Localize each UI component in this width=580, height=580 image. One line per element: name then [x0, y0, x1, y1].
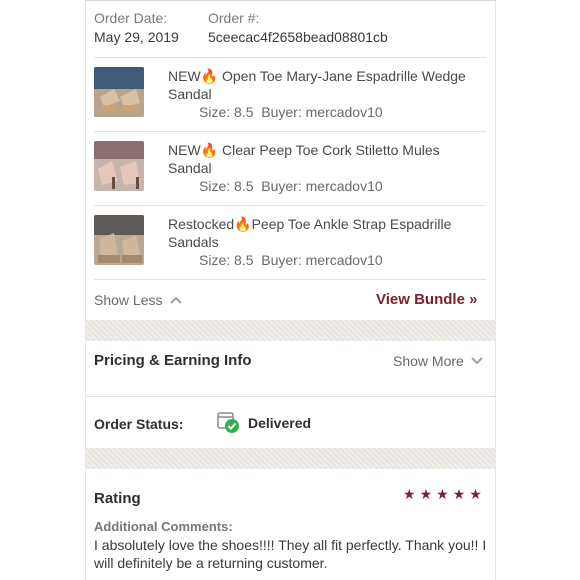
panel-border-right [495, 0, 496, 580]
order-number-value: 5ceecac4f2658bead08801cb [208, 29, 388, 45]
comment-text-line2: will definitely be a returning customer. [94, 555, 328, 571]
item-title-line2: Sandals [168, 234, 219, 250]
order-date-value: May 29, 2019 [94, 29, 179, 45]
comment-text-line1: I absolutely love the shoes!!!! They all… [94, 537, 487, 553]
item-thumbnail[interactable] [94, 141, 144, 191]
item-size: Size: 8.5 [199, 178, 254, 194]
divider [94, 57, 486, 58]
show-less-label: Show Less [94, 292, 163, 308]
pricing-section-title[interactable]: Pricing & Earning Info [94, 352, 252, 369]
item-size: Size: 8.5 [199, 252, 254, 268]
panel-border-top [85, 0, 496, 1]
section-separator [85, 448, 496, 469]
divider [94, 131, 486, 132]
item-title-line2: Sandal [168, 160, 212, 176]
view-bundle-link[interactable]: View Bundle » [376, 291, 477, 308]
list-item[interactable]: Restocked🔥Peep Toe Ankle Strap Espadrill… [94, 215, 486, 271]
fire-icon: 🔥 [200, 142, 219, 158]
item-title-text: Open Toe Mary-Jane Espadrille Wedge [218, 68, 466, 84]
item-title[interactable]: NEW🔥 Open Toe Mary-Jane Espadrille Wedge… [168, 67, 478, 103]
item-title-text: Peep Toe Ankle Strap Espadrille [251, 216, 452, 232]
star-icon: ★ [452, 486, 468, 502]
item-title[interactable]: Restocked🔥Peep Toe Ankle Strap Espadrill… [168, 215, 478, 251]
item-meta: Size: 8.5 Buyer: mercadov10 [199, 104, 383, 120]
item-meta: Size: 8.5 Buyer: mercadov10 [199, 252, 383, 268]
item-buyer: Buyer: mercadov10 [261, 252, 383, 268]
item-prefix: NEW [168, 142, 201, 158]
star-icon: ★ [436, 486, 451, 502]
chevron-up-icon [170, 296, 183, 304]
list-item[interactable]: NEW🔥 Clear Peep Toe Cork Stiletto Mules … [94, 141, 486, 197]
star-icon: ★ [403, 486, 418, 502]
item-prefix: NEW [168, 68, 201, 84]
section-separator [85, 320, 496, 341]
order-number-label: Order #: [208, 10, 260, 26]
divider [85, 396, 496, 397]
package-check-icon [216, 410, 242, 434]
divider [94, 205, 486, 206]
comments-label: Additional Comments: [94, 519, 233, 534]
list-item[interactable]: NEW🔥 Open Toe Mary-Jane Espadrille Wedge… [94, 67, 486, 123]
order-status-label: Order Status: [94, 416, 184, 432]
pricing-show-more-button[interactable]: Show More [393, 353, 484, 369]
star-icon: ★ [469, 486, 484, 502]
item-title-line2: Sandal [168, 86, 212, 102]
divider [94, 279, 486, 280]
item-thumbnail[interactable] [94, 67, 144, 117]
item-size: Size: 8.5 [199, 104, 254, 120]
fire-icon: 🔥 [200, 68, 219, 84]
item-buyer: Buyer: mercadov10 [261, 104, 383, 120]
star-rating: ★ ★ ★ ★ ★ [403, 486, 484, 503]
item-title[interactable]: NEW🔥 Clear Peep Toe Cork Stiletto Mules … [168, 141, 478, 177]
order-date-label: Order Date: [94, 10, 168, 26]
order-status-value: Delivered [248, 415, 312, 431]
show-more-label: Show More [393, 353, 464, 369]
fire-icon: 🔥 [234, 216, 252, 232]
rating-title: Rating [94, 490, 141, 507]
item-title-text: Clear Peep Toe Cork Stiletto Mules [218, 142, 440, 158]
order-info: Order Date: May 29, 2019 Order #: 5ceeca… [94, 10, 494, 50]
item-prefix: Restocked [168, 216, 235, 232]
panel-border-left [85, 0, 86, 580]
star-icon: ★ [419, 486, 435, 502]
chevron-down-icon [471, 357, 483, 365]
show-less-button[interactable]: Show Less [94, 292, 183, 308]
item-thumbnail[interactable] [94, 215, 144, 265]
item-meta: Size: 8.5 Buyer: mercadov10 [199, 178, 383, 194]
item-buyer: Buyer: mercadov10 [261, 178, 383, 194]
